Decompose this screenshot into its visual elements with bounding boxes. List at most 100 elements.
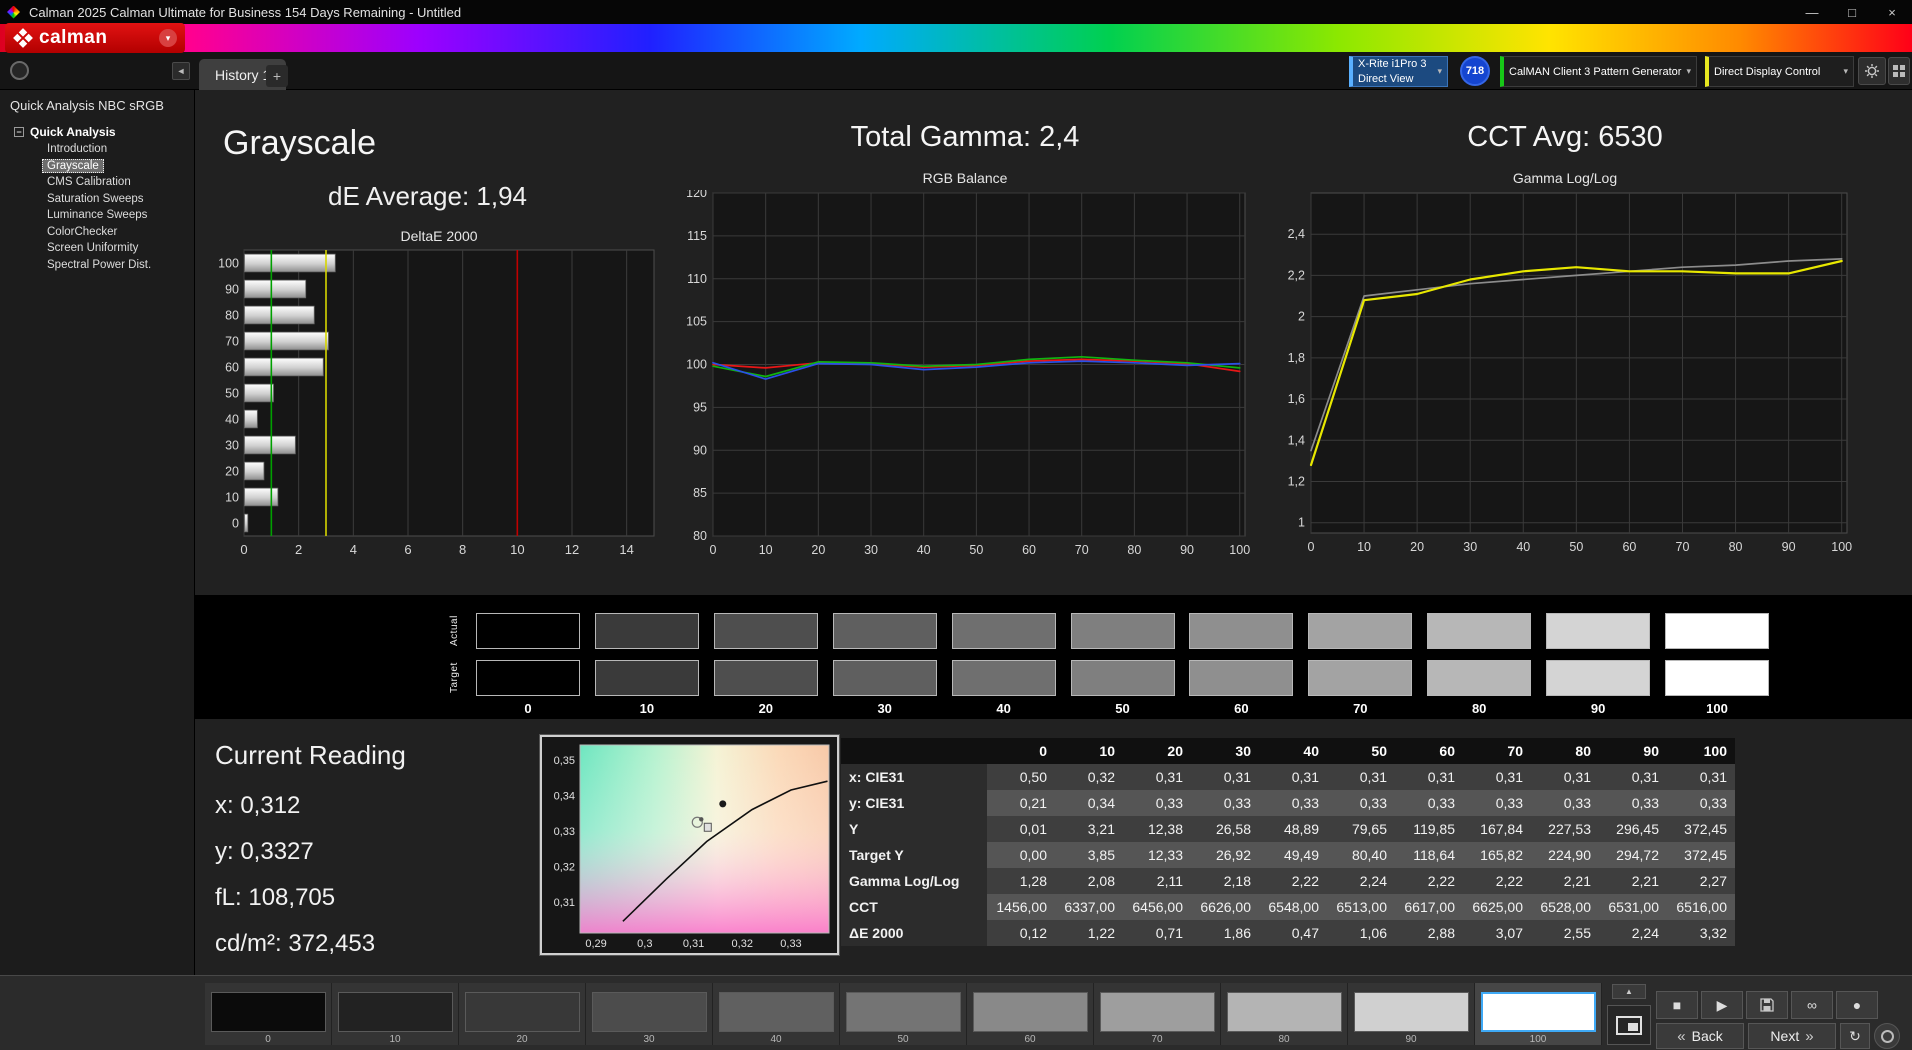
pattern-level-40[interactable]: 40 [713, 983, 840, 1045]
sidebar-collapse-button[interactable]: ◄ [172, 62, 190, 80]
pattern-level-30[interactable]: 30 [586, 983, 713, 1045]
svg-text:90: 90 [225, 283, 239, 297]
pattern-level-70[interactable]: 70 [1094, 983, 1221, 1045]
pattern-level-80[interactable]: 80 [1221, 983, 1348, 1045]
sidebar: Quick Analysis NBC sRGB − Quick Analysis… [0, 90, 195, 975]
stop-button[interactable]: ■ [1656, 991, 1698, 1019]
tree-root-label: Quick Analysis [30, 125, 116, 139]
table-cell: 0,33 [1395, 790, 1463, 816]
autocal-button[interactable] [1874, 1023, 1900, 1049]
tab-label: History 1 [215, 67, 270, 83]
chevron-down-icon: ▾ [159, 29, 177, 47]
svg-text:50: 50 [225, 387, 239, 401]
table-cell: 49,49 [1259, 842, 1327, 868]
svg-text:90: 90 [1180, 543, 1194, 557]
svg-text:40: 40 [225, 413, 239, 427]
pattern-level-label: 80 [1278, 1034, 1289, 1045]
swatch-level-label: 80 [1427, 701, 1531, 716]
table-cell: 2,22 [1395, 868, 1463, 894]
layout-button[interactable] [1888, 57, 1910, 85]
meter-dropdown[interactable]: X-Rite i1Pro 3 Direct View ▾ [1349, 56, 1448, 87]
table-cell: 80,40 [1327, 842, 1395, 868]
add-tab-button[interactable]: + [266, 65, 288, 87]
close-button[interactable]: × [1872, 0, 1912, 24]
maximize-button[interactable]: □ [1832, 0, 1872, 24]
pattern-level-label: 20 [516, 1034, 527, 1045]
table-cell: 2,11 [1123, 868, 1191, 894]
pattern-level-label: 0 [265, 1034, 271, 1045]
table-cell: 26,58 [1191, 816, 1259, 842]
continuous-read-button[interactable]: ∞ [1791, 991, 1833, 1019]
sidebar-item-quick-analysis[interactable]: − Quick Analysis [14, 125, 194, 139]
table-cell: 0,33 [1463, 790, 1531, 816]
svg-text:95: 95 [693, 400, 707, 414]
display-control-dropdown[interactable]: Direct Display Control ▾ [1705, 56, 1854, 87]
target-swatch [1308, 660, 1412, 696]
table-cell: 0,33 [1123, 790, 1191, 816]
toolbar: ◄ History 1 + X-Rite i1Pro 3 Direct View… [0, 52, 1912, 90]
table-cell: 0,47 [1259, 920, 1327, 946]
pattern-level-90[interactable]: 90 [1348, 983, 1475, 1045]
play-button[interactable]: ▶ [1701, 991, 1743, 1019]
table-row: x: CIE310,500,320,310,310,310,310,310,31… [841, 764, 1735, 790]
table-cell: 1,22 [1055, 920, 1123, 946]
table-cell: 2,88 [1395, 920, 1463, 946]
target-swatch [476, 660, 580, 696]
pattern-bar-expand-button[interactable]: ▲ [1612, 984, 1646, 999]
pattern-window-button[interactable] [1607, 1005, 1651, 1045]
tree-collapse-icon[interactable]: − [14, 127, 24, 137]
svg-text:85: 85 [693, 486, 707, 500]
column-header: 80 [1531, 738, 1599, 764]
column-header: 70 [1463, 738, 1531, 764]
svg-text:0: 0 [710, 543, 717, 557]
minimize-button[interactable]: — [1792, 0, 1832, 24]
pattern-level-10[interactable]: 10 [332, 983, 459, 1045]
sidebar-item-colorchecker[interactable]: ColorChecker [42, 225, 122, 239]
pattern-level-20[interactable]: 20 [459, 983, 586, 1045]
svg-text:0,3: 0,3 [637, 938, 652, 950]
settings-button[interactable] [1858, 57, 1886, 85]
table-cell: 0,33 [1599, 790, 1667, 816]
pattern-level-50[interactable]: 50 [840, 983, 967, 1045]
calman-menu-button[interactable]: calman ▾ [5, 23, 185, 53]
session-menu-button[interactable] [10, 61, 29, 80]
table-cell: 0,31 [1259, 764, 1327, 790]
save-button[interactable] [1746, 991, 1788, 1019]
cie-diagram: 0,290,30,310,320,330,310,320,330,340,35 [542, 737, 837, 953]
table-cell: 3,07 [1463, 920, 1531, 946]
sidebar-item-spectral-power-dist[interactable]: Spectral Power Dist. [42, 258, 156, 272]
svg-text:120: 120 [686, 190, 707, 200]
sidebar-item-saturation-sweeps[interactable]: Saturation Sweeps [42, 192, 149, 206]
pattern-generator-dropdown[interactable]: CalMAN Client 3 Pattern Generator ▾ [1500, 56, 1697, 87]
record-button[interactable]: ● [1836, 991, 1878, 1019]
sidebar-item-luminance-sweeps[interactable]: Luminance Sweeps [42, 208, 152, 222]
deltae-chart-panel: DeltaE 2000 0246810121410090807060504030… [214, 228, 664, 567]
table-row: Target Y0,003,8512,3326,9249,4980,40118,… [841, 842, 1735, 868]
svg-text:60: 60 [225, 361, 239, 375]
table-cell: 2,21 [1531, 868, 1599, 894]
table-cell: 0,00 [987, 842, 1055, 868]
back-button[interactable]: « Back [1656, 1023, 1744, 1049]
svg-text:0: 0 [232, 517, 239, 531]
table-cell: 224,90 [1531, 842, 1599, 868]
svg-text:100: 100 [1229, 543, 1250, 557]
grid-icon [1892, 64, 1906, 78]
table-cell: 0,31 [1191, 764, 1259, 790]
next-button[interactable]: Next » [1748, 1023, 1836, 1049]
pattern-level-0[interactable]: 0 [205, 983, 332, 1045]
svg-text:40: 40 [1516, 540, 1530, 554]
sidebar-item-screen-uniformity[interactable]: Screen Uniformity [42, 241, 143, 255]
pattern-level-60[interactable]: 60 [967, 983, 1094, 1045]
meter-status-badge[interactable]: 718 [1460, 56, 1490, 86]
meter-name: X-Rite i1Pro 3 [1358, 57, 1426, 71]
pattern-level-100[interactable]: 100 [1475, 983, 1602, 1045]
table-cell: 6456,00 [1123, 894, 1191, 920]
pattern-patch [1100, 992, 1215, 1032]
reading-y: y: 0,3327 [215, 838, 406, 866]
sidebar-item-cms-calibration[interactable]: CMS Calibration [42, 175, 136, 189]
table-row: Gamma Log/Log1,282,082,112,182,222,242,2… [841, 868, 1735, 894]
loop-button[interactable]: ↻ [1840, 1023, 1870, 1049]
svg-text:50: 50 [1569, 540, 1583, 554]
sidebar-item-introduction[interactable]: Introduction [42, 142, 112, 156]
sidebar-item-grayscale[interactable]: Grayscale [42, 159, 104, 173]
